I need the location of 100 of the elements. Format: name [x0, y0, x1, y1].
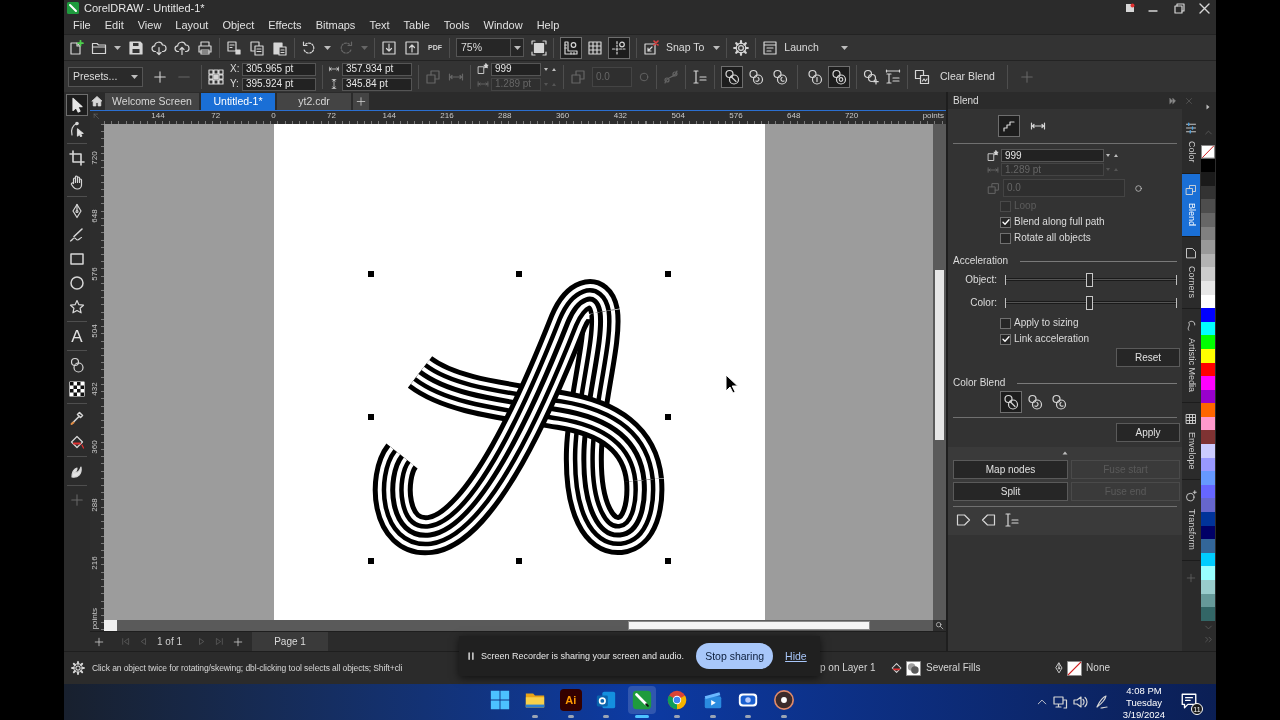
steps-field[interactable]: 999 — [1001, 149, 1104, 162]
color-swatch-icon[interactable] — [1201, 376, 1215, 390]
horizontal-scrollbar[interactable] — [104, 620, 933, 631]
undo-icon[interactable] — [301, 39, 317, 56]
grid-icon[interactable] — [587, 39, 603, 56]
object-acceleration-icon[interactable] — [807, 68, 823, 85]
color-swatch-icon[interactable] — [1201, 199, 1215, 213]
selection-handle[interactable] — [665, 558, 671, 564]
mail-app-icon[interactable] — [595, 689, 618, 711]
paint-bucket-icon[interactable] — [69, 434, 85, 450]
vertical-scrollbar[interactable] — [933, 124, 946, 620]
clockwise-blend-icon[interactable] — [748, 68, 764, 85]
settings-icon[interactable] — [733, 39, 750, 56]
spin-arrows-icon[interactable] — [1105, 153, 1119, 158]
color-swatch-icon[interactable] — [1201, 308, 1215, 322]
cloud-upload-icon[interactable] — [174, 39, 190, 56]
color-swatch-icon[interactable] — [1201, 580, 1215, 594]
no-color-swatch-icon[interactable] — [1201, 145, 1215, 159]
color-swatch-icon[interactable] — [1201, 444, 1215, 458]
new-start-icon[interactable] — [956, 512, 972, 528]
color-swatch-icon[interactable] — [1201, 403, 1215, 417]
checkbox[interactable] — [1000, 216, 1011, 228]
staircase-icon[interactable] — [998, 115, 1020, 137]
selection-handle[interactable] — [368, 271, 374, 277]
menu-item[interactable]: Help — [536, 19, 560, 31]
direct-blend-icon[interactable] — [1000, 391, 1022, 413]
drawing-app-icon[interactable] — [627, 686, 656, 714]
copy-properties-icon[interactable] — [914, 68, 930, 85]
guidelines-icon[interactable] — [608, 36, 630, 59]
settings-icon[interactable] — [71, 661, 85, 675]
copy-icon[interactable] — [249, 39, 265, 56]
slider-thumb[interactable] — [1086, 272, 1094, 287]
blend-action-button[interactable]: Split — [953, 482, 1068, 501]
presets-dropdown[interactable]: Presets... — [68, 66, 143, 87]
blend-action-button[interactable]: Map nodes — [953, 460, 1068, 479]
start-end-icon[interactable] — [885, 68, 901, 85]
hide-link[interactable]: Hide — [785, 650, 807, 662]
docker-tab[interactable]: Blend — [1182, 173, 1200, 237]
page-tab[interactable]: Page 1 — [252, 632, 329, 651]
color-swatch-icon[interactable] — [1201, 607, 1215, 621]
zoom-icon[interactable] — [935, 621, 944, 630]
spin-arrows-icon[interactable] — [543, 66, 557, 72]
snap-to-dropdown[interactable]: Snap To — [666, 42, 721, 53]
paste-icon[interactable] — [272, 39, 288, 56]
star-icon[interactable] — [69, 299, 85, 315]
ruler-icon[interactable] — [560, 36, 582, 59]
rectangle-icon[interactable] — [69, 251, 85, 267]
paint-bucket-icon[interactable] — [890, 661, 904, 675]
caret-icon[interactable] — [713, 45, 721, 50]
brush-icon[interactable] — [69, 227, 85, 243]
add-preset-icon[interactable] — [153, 69, 167, 84]
checkbox[interactable] — [1000, 333, 1011, 345]
selection-handle[interactable] — [368, 414, 374, 420]
menu-item[interactable]: File — [73, 19, 91, 31]
color-swatch-icon[interactable] — [1201, 240, 1215, 254]
color-acceleration-icon[interactable] — [828, 65, 850, 88]
slider-thumb[interactable] — [1086, 295, 1094, 310]
blend-tool-icon[interactable] — [69, 357, 85, 373]
palette-flyout-icon[interactable] — [1204, 103, 1212, 111]
selection-handle[interactable] — [665, 414, 671, 420]
restore-icon[interactable] — [1174, 2, 1185, 14]
menu-item[interactable]: View — [137, 19, 162, 31]
pointer-icon[interactable] — [66, 94, 88, 116]
add-tab-icon[interactable] — [353, 93, 369, 110]
crop-icon[interactable] — [69, 150, 85, 166]
start-icon[interactable] — [488, 689, 511, 711]
shape-tool-icon[interactable] — [69, 121, 85, 137]
clockwise-blend-icon[interactable] — [1027, 394, 1043, 410]
text-tool-button[interactable]: A — [66, 325, 88, 347]
import-icon[interactable] — [381, 39, 397, 56]
save-icon[interactable] — [128, 39, 144, 56]
new-document-icon[interactable] — [68, 39, 84, 56]
checkbox[interactable] — [1000, 232, 1011, 244]
notification-icon[interactable] — [1180, 692, 1198, 710]
ai-app-icon[interactable]: Ai — [559, 689, 582, 711]
x-position-field[interactable]: 305.965 pt — [242, 62, 316, 76]
ellipse-icon[interactable] — [69, 275, 85, 291]
printer-icon[interactable] — [197, 39, 213, 56]
path-properties-icon[interactable] — [692, 68, 708, 85]
zoom-combobox[interactable]: 75% — [456, 38, 524, 57]
steps-field[interactable]: 999 — [491, 62, 541, 76]
color-swatch-icon[interactable] — [1201, 172, 1215, 186]
launch-button[interactable]: Launch — [762, 39, 848, 56]
position-grid-icon[interactable] — [208, 68, 224, 85]
counterclockwise-blend-icon[interactable] — [772, 68, 788, 85]
color-swatch-icon[interactable] — [1201, 430, 1215, 445]
width-field[interactable]: 357.934 pt — [342, 62, 412, 76]
color-swatch-icon[interactable] — [1201, 539, 1215, 553]
reset-button[interactable]: Reset — [1116, 348, 1180, 367]
menu-item[interactable]: Effects — [268, 19, 302, 31]
eyedropper-icon[interactable] — [69, 410, 85, 426]
menu-item[interactable]: Object — [222, 19, 255, 31]
menu-item[interactable]: Window — [483, 19, 523, 31]
counterclockwise-blend-icon[interactable] — [1051, 394, 1067, 410]
document-tab[interactable]: Welcome Screen — [105, 93, 199, 110]
double-arrow-icon[interactable] — [1169, 96, 1177, 105]
stop-sharing-button[interactable]: Stop sharing — [696, 643, 774, 669]
path-properties-icon[interactable] — [1004, 512, 1020, 528]
selection-handle[interactable] — [516, 558, 522, 564]
menu-item[interactable]: Edit — [104, 19, 124, 31]
